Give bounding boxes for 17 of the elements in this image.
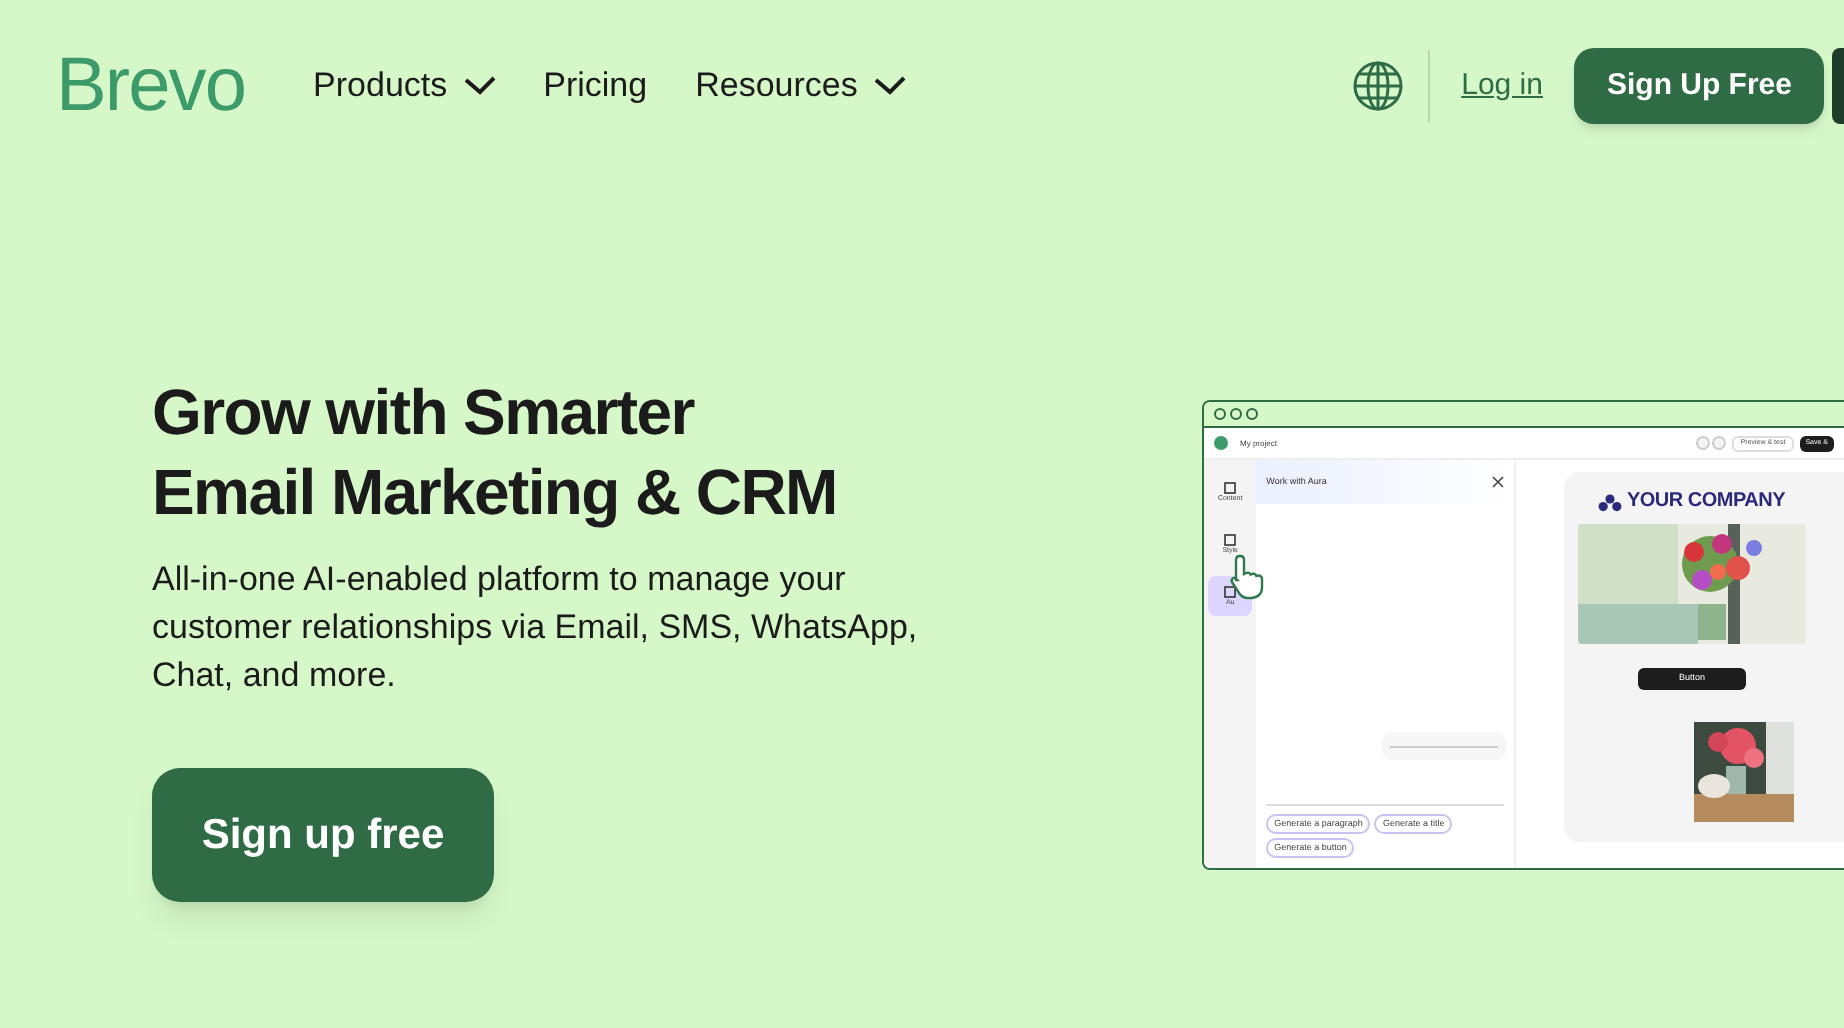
nav-link[interactable]: Resources bbox=[695, 60, 906, 112]
sign-up-button[interactable]: Sign Up Free bbox=[1574, 48, 1824, 124]
company-name: YOUR COMPANY bbox=[1626, 492, 1786, 512]
square-icon bbox=[1224, 585, 1237, 598]
login-link[interactable]: Log in bbox=[1461, 63, 1543, 109]
company-logo-icon bbox=[1598, 493, 1623, 511]
square-icon bbox=[1224, 533, 1237, 546]
sign-up-button[interactable]: Sign up free bbox=[152, 768, 494, 902]
nav-link[interactable]: Products bbox=[313, 60, 496, 112]
hero-heading: Grow with Smarter Email Marketing & CRM bbox=[152, 374, 839, 532]
nav-link[interactable]: Pricing bbox=[543, 60, 648, 112]
globe-icon[interactable] bbox=[1351, 60, 1404, 112]
square-icon bbox=[1224, 481, 1237, 494]
app-logo bbox=[1214, 436, 1228, 450]
chat-bubble bbox=[1382, 732, 1506, 760]
close-icon[interactable] bbox=[1492, 476, 1504, 488]
hero-description: All-in-one AI-enabled platform to manage your customer relationships via Email, SMS, WhatsApp, Chat, and more. bbox=[152, 558, 920, 698]
